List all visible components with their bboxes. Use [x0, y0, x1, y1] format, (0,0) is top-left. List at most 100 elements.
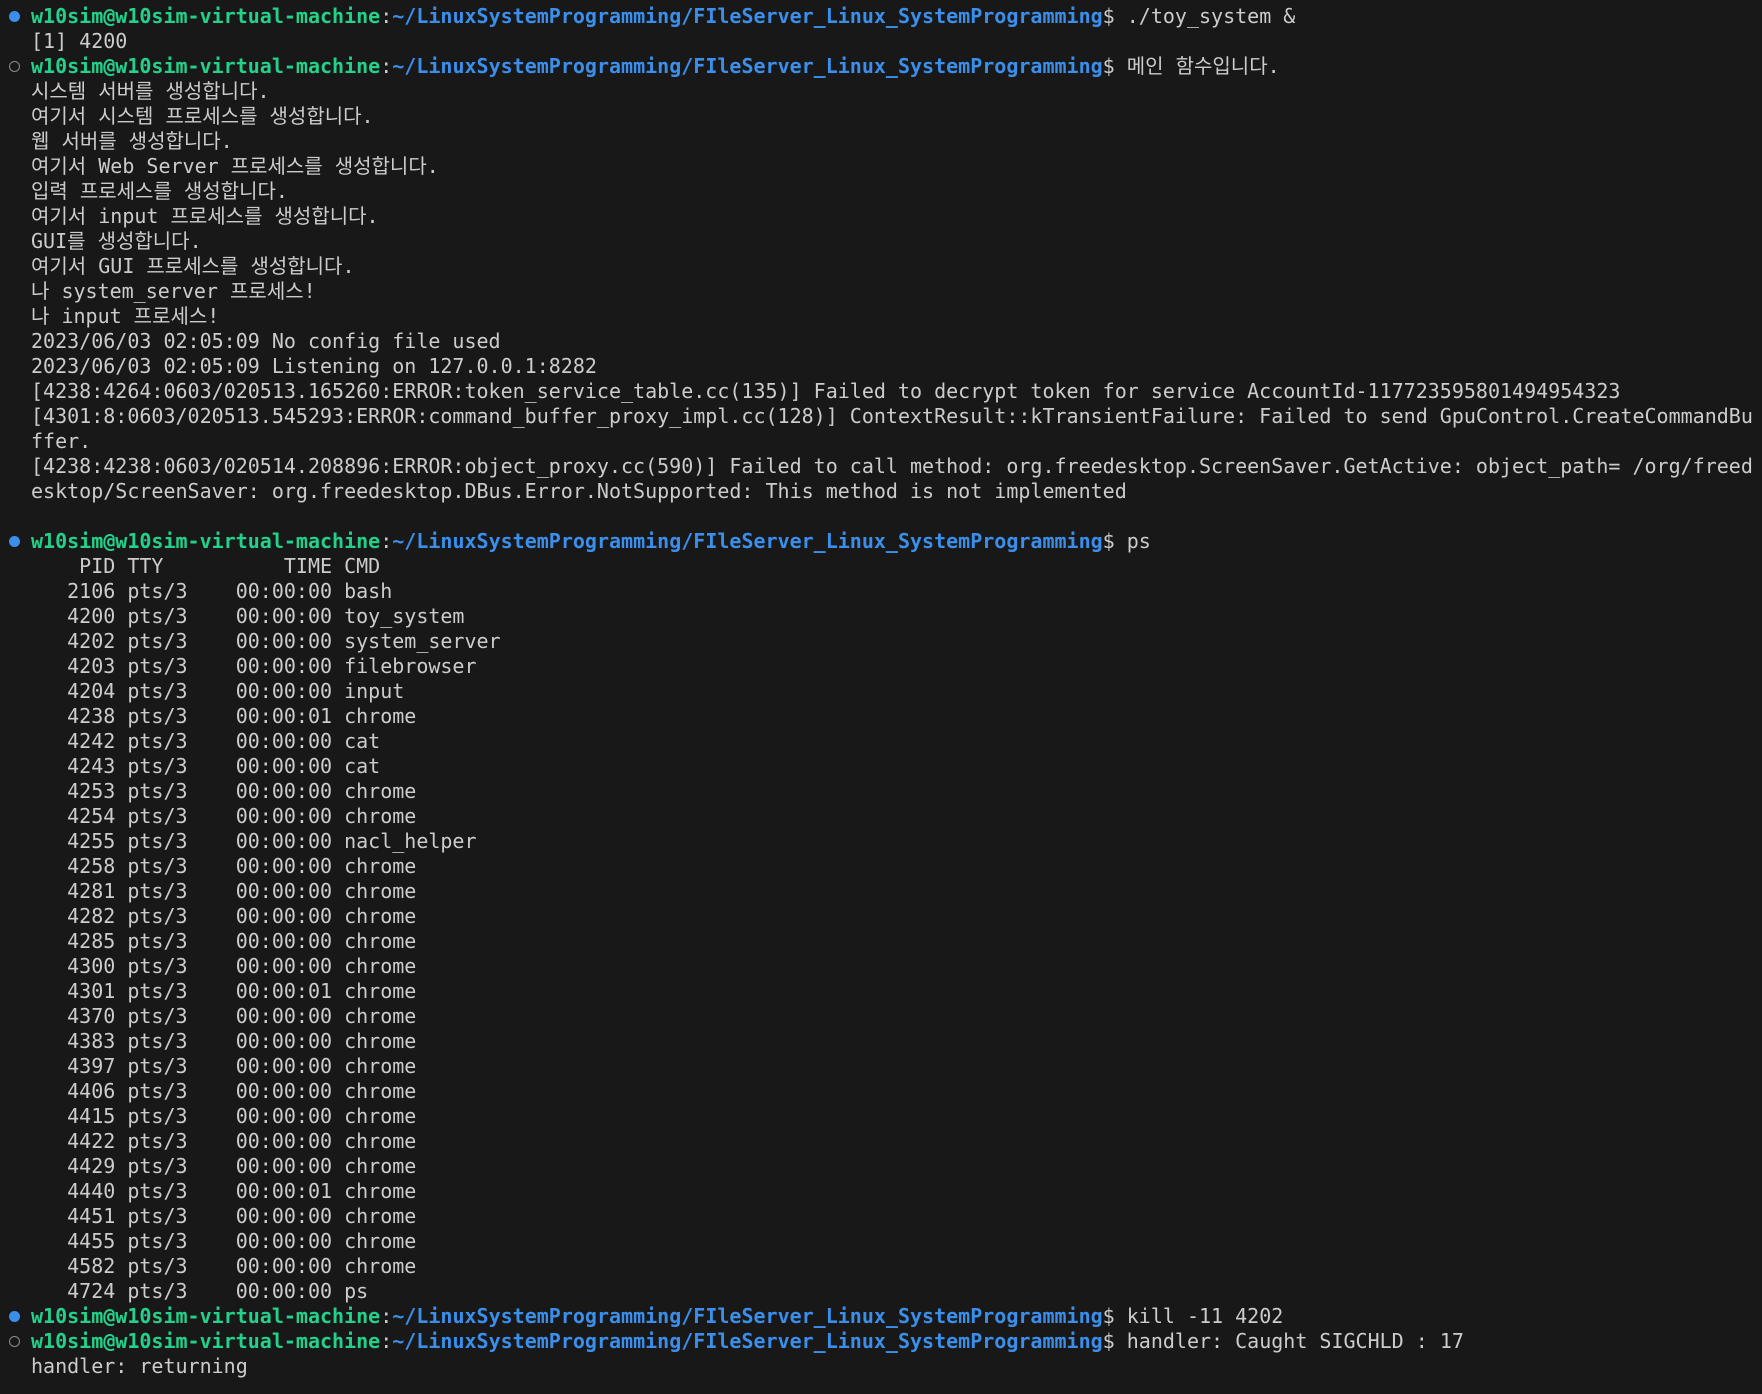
- output-text: [4301:8:0603/020513.545293:ERROR:command…: [31, 404, 1753, 428]
- prompt-separator: :: [380, 1329, 393, 1353]
- prompt-user: w10sim@w10sim-virtual-machine: [31, 54, 381, 78]
- output-text: 4285 pts/3 00:00:00 chrome: [31, 929, 417, 953]
- output-line: GUI를 생성합니다.: [0, 229, 1762, 254]
- output-text: 여기서 input 프로세스를 생성합니다.: [31, 204, 379, 228]
- output-line: 4582 pts/3 00:00:00 chrome: [0, 1254, 1762, 1279]
- output-text: 4258 pts/3 00:00:00 chrome: [31, 854, 417, 878]
- output-text: PID TTY TIME CMD: [31, 554, 381, 578]
- prompt-separator: :: [380, 4, 393, 28]
- output-text: 4451 pts/3 00:00:00 chrome: [31, 1204, 417, 1228]
- output-line: 2023/06/03 02:05:09 No config file used: [0, 329, 1762, 354]
- prompt-line: w10sim@w10sim-virtual-machine:~/LinuxSys…: [0, 1329, 1762, 1354]
- command-text: ./toy_system &: [1126, 4, 1296, 28]
- output-line: 4370 pts/3 00:00:00 chrome: [0, 1004, 1762, 1029]
- output-line: 2106 pts/3 00:00:00 bash: [0, 579, 1762, 604]
- prompt-separator: :: [380, 1304, 393, 1328]
- output-line: 4285 pts/3 00:00:00 chrome: [0, 929, 1762, 954]
- output-line: 4243 pts/3 00:00:00 cat: [0, 754, 1762, 779]
- command-text: kill -11 4202: [1126, 1304, 1284, 1328]
- output-line: esktop/ScreenSaver: org.freedesktop.DBus…: [0, 479, 1762, 504]
- output-line: 4422 pts/3 00:00:00 chrome: [0, 1129, 1762, 1154]
- command-text: ps: [1126, 529, 1151, 553]
- output-text: 나 input 프로세스!: [31, 304, 220, 328]
- prompt-path: ~/LinuxSystemProgramming/FIleServer_Linu…: [392, 54, 1103, 78]
- output-text: 4455 pts/3 00:00:00 chrome: [31, 1229, 417, 1253]
- prompt-symbol: $: [1102, 1304, 1127, 1328]
- output-text: 4415 pts/3 00:00:00 chrome: [31, 1104, 417, 1128]
- command-status-filled-icon[interactable]: [9, 1311, 20, 1322]
- output-line: 4255 pts/3 00:00:00 nacl_helper: [0, 829, 1762, 854]
- output-line: 4253 pts/3 00:00:00 chrome: [0, 779, 1762, 804]
- command-status-filled-icon[interactable]: [9, 536, 20, 547]
- command-status-hollow-icon[interactable]: [9, 1336, 20, 1347]
- output-text: 4253 pts/3 00:00:00 chrome: [31, 779, 417, 803]
- prompt-line: w10sim@w10sim-virtual-machine:~/LinuxSys…: [0, 54, 1762, 79]
- output-text: 시스템 서버를 생성합니다.: [31, 79, 270, 103]
- prompt-user: w10sim@w10sim-virtual-machine: [31, 1329, 381, 1353]
- command-status-filled-icon[interactable]: [9, 11, 20, 22]
- output-line: 4282 pts/3 00:00:00 chrome: [0, 904, 1762, 929]
- output-text: 4406 pts/3 00:00:00 chrome: [31, 1079, 417, 1103]
- output-line: 4406 pts/3 00:00:00 chrome: [0, 1079, 1762, 1104]
- output-text: [4238:4264:0603/020513.165260:ERROR:toke…: [31, 379, 1621, 403]
- output-line: [4301:8:0603/020513.545293:ERROR:command…: [0, 404, 1762, 429]
- prompt-path: ~/LinuxSystemProgramming/FIleServer_Linu…: [392, 1329, 1103, 1353]
- output-text: 2023/06/03 02:05:09 Listening on 127.0.0…: [31, 354, 597, 378]
- command-status-hollow-icon[interactable]: [9, 61, 20, 72]
- prompt-symbol: $: [1102, 529, 1127, 553]
- output-text: 2023/06/03 02:05:09 No config file used: [31, 329, 501, 353]
- output-text: 입력 프로세스를 생성합니다.: [31, 179, 288, 203]
- output-text: 여기서 GUI 프로세스를 생성합니다.: [31, 254, 355, 278]
- output-text: 나 system_server 프로세스!: [31, 279, 316, 303]
- output-text: 4281 pts/3 00:00:00 chrome: [31, 879, 417, 903]
- output-line: 웹 서버를 생성합니다.: [0, 129, 1762, 154]
- output-text: handler: returning: [31, 1354, 248, 1378]
- output-line: 4300 pts/3 00:00:00 chrome: [0, 954, 1762, 979]
- output-text: 4300 pts/3 00:00:00 chrome: [31, 954, 417, 978]
- output-text: 4724 pts/3 00:00:00 ps: [31, 1279, 369, 1303]
- terminal-output[interactable]: w10sim@w10sim-virtual-machine:~/LinuxSys…: [0, 4, 1762, 1379]
- prompt-path: ~/LinuxSystemProgramming/FIleServer_Linu…: [392, 529, 1103, 553]
- command-text: 메인 함수입니다.: [1126, 54, 1280, 78]
- prompt-line: w10sim@w10sim-virtual-machine:~/LinuxSys…: [0, 4, 1762, 29]
- output-text: 4422 pts/3 00:00:00 chrome: [31, 1129, 417, 1153]
- command-text: handler: Caught SIGCHLD : 17: [1126, 1329, 1464, 1353]
- output-text: [1] 4200: [31, 29, 128, 53]
- output-line: 4258 pts/3 00:00:00 chrome: [0, 854, 1762, 879]
- prompt-user: w10sim@w10sim-virtual-machine: [31, 529, 381, 553]
- output-line: 2023/06/03 02:05:09 Listening on 127.0.0…: [0, 354, 1762, 379]
- output-text: 4200 pts/3 00:00:00 toy_system: [31, 604, 465, 628]
- output-line: [1] 4200: [0, 29, 1762, 54]
- output-text: ffer.: [31, 429, 92, 453]
- output-text: 4582 pts/3 00:00:00 chrome: [31, 1254, 417, 1278]
- output-line: [4238:4264:0603/020513.165260:ERROR:toke…: [0, 379, 1762, 404]
- output-text: 여기서 Web Server 프로세스를 생성합니다.: [31, 154, 439, 178]
- prompt-symbol: $: [1102, 4, 1127, 28]
- output-line: 나 system_server 프로세스!: [0, 279, 1762, 304]
- output-line: 여기서 input 프로세스를 생성합니다.: [0, 204, 1762, 229]
- output-line: 4301 pts/3 00:00:01 chrome: [0, 979, 1762, 1004]
- prompt-separator: :: [380, 529, 393, 553]
- output-text: GUI를 생성합니다.: [31, 229, 202, 253]
- output-line: 4202 pts/3 00:00:00 system_server: [0, 629, 1762, 654]
- prompt-line: w10sim@w10sim-virtual-machine:~/LinuxSys…: [0, 529, 1762, 554]
- prompt-path: ~/LinuxSystemProgramming/FIleServer_Linu…: [392, 4, 1103, 28]
- output-line: 4383 pts/3 00:00:00 chrome: [0, 1029, 1762, 1054]
- output-text: 4383 pts/3 00:00:00 chrome: [31, 1029, 417, 1053]
- output-line: 여기서 GUI 프로세스를 생성합니다.: [0, 254, 1762, 279]
- output-text: 웹 서버를 생성합니다.: [31, 129, 233, 153]
- output-text: 4203 pts/3 00:00:00 filebrowser: [31, 654, 477, 678]
- output-line: 4204 pts/3 00:00:00 input: [0, 679, 1762, 704]
- output-line: 4200 pts/3 00:00:00 toy_system: [0, 604, 1762, 629]
- output-line: 나 input 프로세스!: [0, 304, 1762, 329]
- output-line: 입력 프로세스를 생성합니다.: [0, 179, 1762, 204]
- output-text: 4243 pts/3 00:00:00 cat: [31, 754, 381, 778]
- prompt-line: w10sim@w10sim-virtual-machine:~/LinuxSys…: [0, 1304, 1762, 1329]
- prompt-symbol: $: [1102, 54, 1127, 78]
- output-text: 4254 pts/3 00:00:00 chrome: [31, 804, 417, 828]
- output-line: ffer.: [0, 429, 1762, 454]
- prompt-user: w10sim@w10sim-virtual-machine: [31, 4, 381, 28]
- output-line: 4397 pts/3 00:00:00 chrome: [0, 1054, 1762, 1079]
- output-line: 4415 pts/3 00:00:00 chrome: [0, 1104, 1762, 1129]
- output-line: 4724 pts/3 00:00:00 ps: [0, 1279, 1762, 1304]
